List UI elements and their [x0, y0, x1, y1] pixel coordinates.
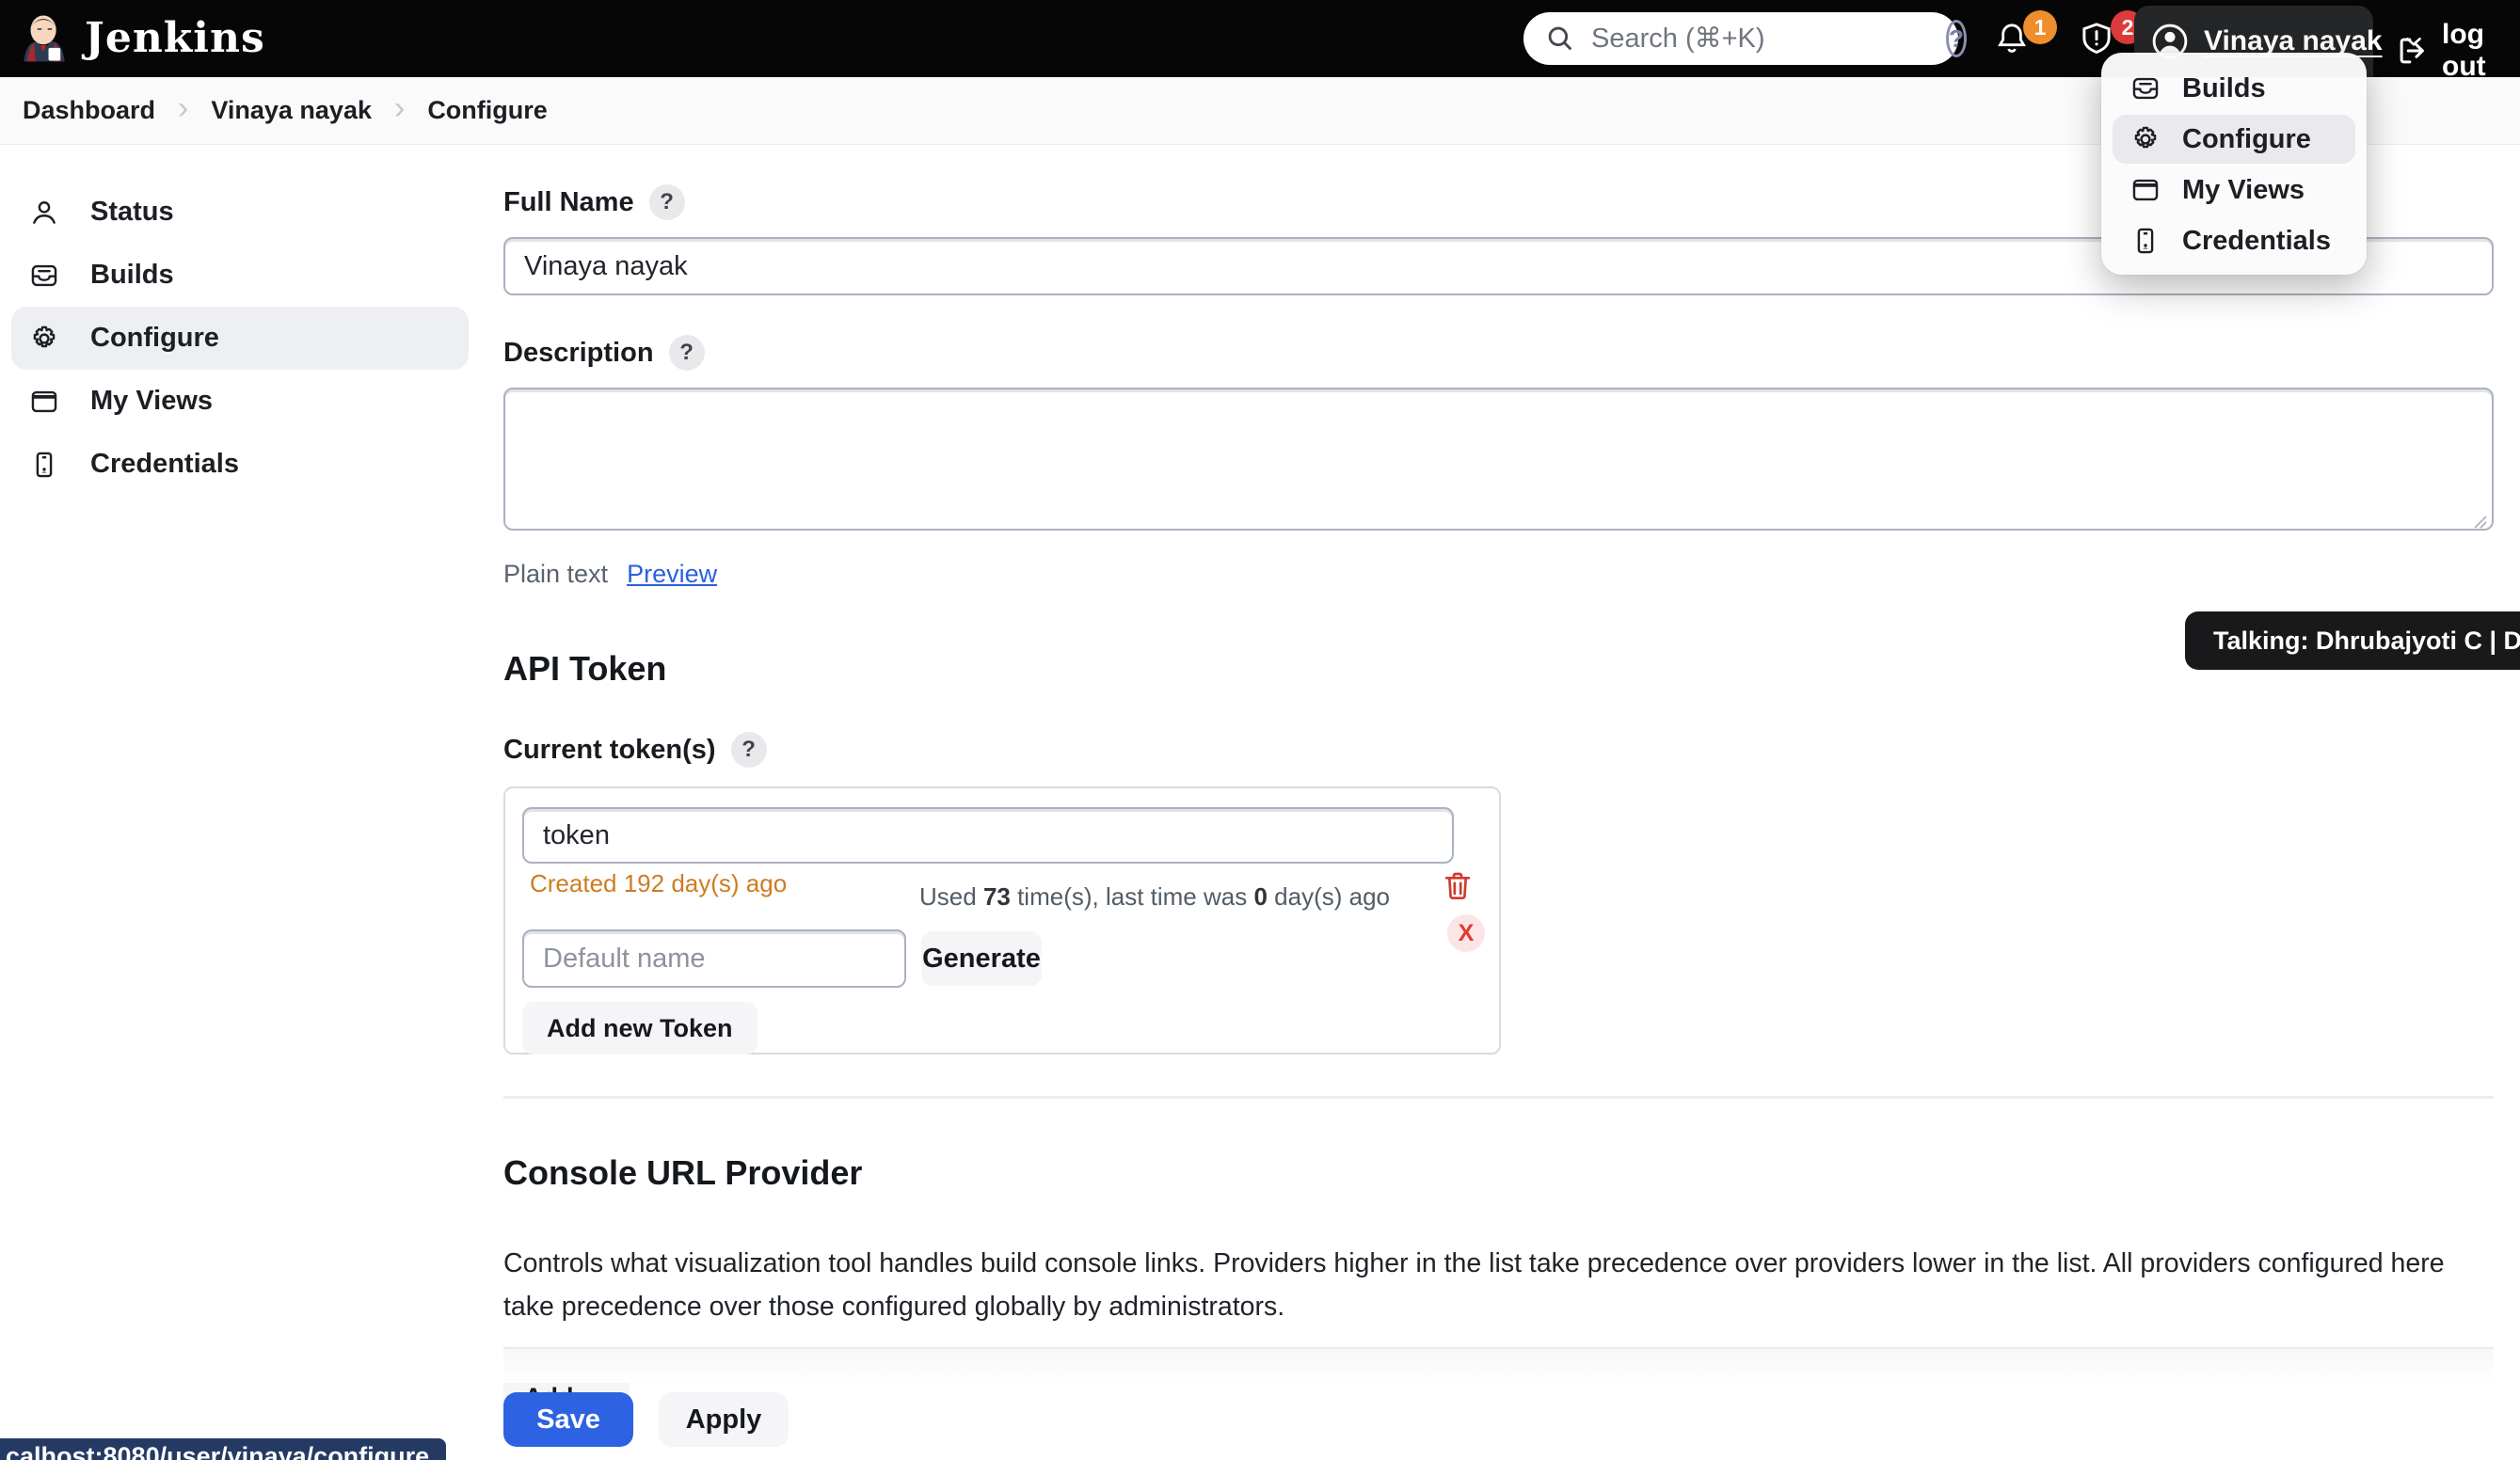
sidebar-item-label: Configure — [90, 323, 219, 354]
current-tokens-label: Current token(s) — [503, 735, 716, 766]
menu-item-label: My Views — [2182, 175, 2305, 206]
section-divider — [503, 1096, 2494, 1099]
breadcrumb-separator-icon: › — [394, 90, 405, 127]
menu-item-credentials[interactable]: Credentials — [2113, 216, 2355, 265]
token-used-days: 0 — [1253, 882, 1267, 911]
trash-icon — [1440, 868, 1477, 904]
search-icon — [1544, 23, 1576, 55]
logout-button[interactable]: log out — [2395, 19, 2520, 83]
delete-token-button[interactable] — [1440, 867, 1477, 905]
search-help-icon[interactable]: ? — [1946, 20, 1967, 57]
sidebar-item-label: My Views — [90, 386, 213, 417]
user-dropdown-menu: Builds Configure My Views Credentials — [2101, 53, 2367, 275]
apply-button[interactable]: Apply — [659, 1392, 789, 1447]
person-icon — [28, 197, 60, 229]
token-list-box: Created 192 day(s) ago Used 73 time(s), … — [503, 786, 1501, 1055]
preview-link[interactable]: Preview — [627, 560, 717, 589]
sidebar-item-label: Credentials — [90, 449, 239, 480]
console-url-heading: Console URL Provider — [503, 1153, 2494, 1193]
jenkins-logo-text: Jenkins — [85, 14, 265, 62]
description-textarea[interactable] — [503, 388, 2494, 531]
token-used-count: 73 — [983, 882, 1011, 911]
jenkins-user-configure-page: Jenkins ? 1 2 Vinaya nayak — [0, 0, 2520, 1460]
sidebar-item-credentials[interactable]: Credentials — [11, 433, 469, 496]
window-icon — [28, 386, 60, 418]
add-new-token-button[interactable]: Add new Token — [522, 1002, 758, 1055]
cancel-new-token-button[interactable]: X — [1447, 914, 1485, 952]
notifications-badge[interactable]: 1 — [2023, 10, 2057, 44]
save-button[interactable]: Save — [503, 1392, 633, 1447]
menu-item-builds[interactable]: Builds — [2113, 64, 2355, 113]
sidebar-item-status[interactable]: Status — [11, 181, 469, 244]
gear-icon — [28, 323, 60, 355]
full-name-label: Full Name — [503, 187, 634, 218]
menu-item-label: Configure — [2182, 124, 2311, 155]
generate-token-button[interactable]: Generate — [921, 931, 1042, 986]
breadcrumb-dashboard[interactable]: Dashboard — [9, 87, 168, 135]
description-help-icon[interactable]: ? — [669, 335, 705, 371]
resize-grip-icon[interactable] — [2471, 513, 2488, 530]
full-name-help-icon[interactable]: ? — [649, 184, 685, 220]
sidebar-item-configure[interactable]: Configure — [11, 307, 469, 370]
sidebar-item-label: Builds — [90, 260, 174, 291]
builds-icon — [2129, 72, 2161, 104]
console-url-description: Controls what visualization tool handles… — [503, 1242, 2494, 1328]
sidebar-nav: Status Builds Configure My Views Credent… — [11, 181, 469, 496]
breadcrumb-separator-icon: › — [178, 90, 188, 127]
logout-label: log out — [2442, 19, 2520, 83]
token-created-text: Created 192 day(s) ago — [530, 869, 787, 898]
x-icon: X — [1459, 920, 1475, 947]
menu-item-my-views[interactable]: My Views — [2113, 166, 2355, 214]
builds-icon — [28, 260, 60, 292]
breadcrumb-configure[interactable]: Configure — [414, 87, 561, 135]
sidebar-item-my-views[interactable]: My Views — [11, 370, 469, 433]
jenkins-butler-icon — [17, 10, 72, 65]
search-input[interactable] — [1591, 24, 1946, 55]
jenkins-logo[interactable]: Jenkins — [17, 10, 265, 65]
configure-form: Full Name ? Description ? Plain text Pre… — [503, 145, 2494, 1424]
token-name-input[interactable] — [522, 807, 1454, 864]
link-status-url: calhost:8080/user/vinaya/configure — [0, 1438, 446, 1460]
description-label: Description — [503, 338, 654, 369]
sidebar-item-builds[interactable]: Builds — [11, 244, 469, 307]
search-box[interactable]: ? — [1523, 12, 1958, 65]
menu-item-label: Builds — [2182, 73, 2266, 104]
action-bar-fade — [503, 1349, 2494, 1383]
menu-item-configure[interactable]: Configure — [2113, 115, 2355, 164]
breadcrumb-user[interactable]: Vinaya nayak — [198, 87, 385, 135]
token-usage-text: Used 73 time(s), last time was 0 day(s) … — [919, 882, 1390, 912]
talking-now-toast: Talking: Dhrubajyoti C | DevRel En... — [2185, 611, 2520, 670]
new-token-name-input[interactable] — [522, 929, 906, 988]
current-tokens-help-icon[interactable]: ? — [731, 732, 767, 768]
id-card-icon — [28, 449, 60, 481]
gear-icon — [2129, 123, 2161, 155]
description-mode-label: Plain text — [503, 560, 608, 589]
id-card-icon — [2129, 225, 2161, 257]
sidebar-item-label: Status — [90, 197, 174, 228]
menu-item-label: Credentials — [2182, 226, 2331, 257]
window-icon — [2129, 174, 2161, 206]
logout-icon — [2395, 33, 2431, 69]
